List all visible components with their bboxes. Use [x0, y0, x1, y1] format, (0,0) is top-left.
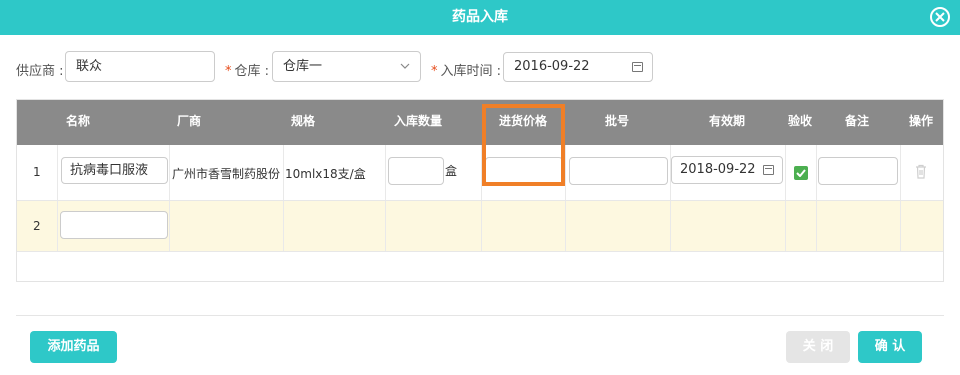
warehouse-value: 仓库一: [283, 59, 323, 74]
batch-input[interactable]: [569, 157, 668, 185]
time-value: 2016-09-22: [514, 59, 590, 74]
close-icon[interactable]: [930, 7, 950, 27]
name-value: 抗病毒口服液: [70, 163, 149, 178]
name-input[interactable]: [60, 211, 168, 239]
quantity-input[interactable]: [388, 157, 444, 185]
manufacturer-text: 广州市香雪制药股份: [172, 167, 281, 181]
supplier-value: 联众: [76, 59, 103, 74]
add-medicine-button[interactable]: 添加药品: [30, 331, 117, 363]
remark-input[interactable]: [818, 157, 898, 185]
calendar-icon: [632, 62, 643, 72]
header-action: 操作: [909, 114, 934, 128]
supplier-input[interactable]: 联众: [65, 51, 215, 82]
price-column-highlight: [482, 104, 565, 186]
expiry-input[interactable]: 2018-09-22: [671, 156, 783, 184]
medicine-table: 名称 厂商 规格 入库数量 进货价格 批号 有效期 验收 备注 操作 1 抗病毒…: [16, 99, 944, 282]
dialog-title: 药品入库: [452, 9, 508, 25]
name-input[interactable]: 抗病毒口服液: [61, 157, 168, 184]
accept-checkbox[interactable]: [794, 166, 808, 180]
warehouse-label-text: 仓库 :: [234, 64, 270, 79]
close-button[interactable]: 关 闭: [786, 331, 850, 363]
table-header: 名称 厂商 规格 入库数量 进货价格 批号 有效期 验收 备注 操作: [17, 100, 943, 145]
time-input[interactable]: 2016-09-22: [503, 52, 653, 82]
table-row: 2: [17, 201, 943, 252]
table-row: 1 抗病毒口服液 广州市香雪制药股份 10mlx18支/盒 盒 2018-09-…: [17, 145, 943, 201]
trash-icon[interactable]: [915, 164, 927, 179]
header-expiry: 有效期: [709, 114, 746, 128]
header-batch: 批号: [605, 114, 630, 128]
header-quantity: 入库数量: [394, 114, 443, 128]
warehouse-label: * 仓库 :: [225, 60, 269, 79]
required-mark: *: [431, 64, 438, 79]
confirm-button[interactable]: 确 认: [858, 331, 922, 363]
check-icon: [796, 169, 806, 177]
header-manufacturer: 厂商: [177, 114, 202, 128]
header-spec: 规格: [291, 114, 316, 128]
header-name: 名称: [66, 114, 91, 128]
header-remark: 备注: [845, 114, 870, 128]
dialog-titlebar: 药品入库: [0, 0, 960, 35]
time-label-text: 入库时间 :: [440, 64, 502, 79]
warehouse-select[interactable]: 仓库一: [272, 51, 421, 82]
spec-text: 10mlx18支/盒: [285, 167, 366, 181]
time-label: * 入库时间 :: [431, 60, 501, 79]
row-index: 2: [33, 219, 41, 233]
required-mark: *: [225, 64, 232, 79]
header-accept: 验收: [788, 114, 813, 128]
expiry-value: 2018-09-22: [680, 162, 756, 177]
divider: [16, 315, 944, 316]
calendar-icon: [763, 165, 774, 175]
unit-text: 盒: [445, 164, 458, 178]
chevron-down-icon: [400, 63, 410, 69]
row-index: 1: [33, 165, 41, 179]
supplier-label: 供应商 :: [16, 64, 64, 79]
